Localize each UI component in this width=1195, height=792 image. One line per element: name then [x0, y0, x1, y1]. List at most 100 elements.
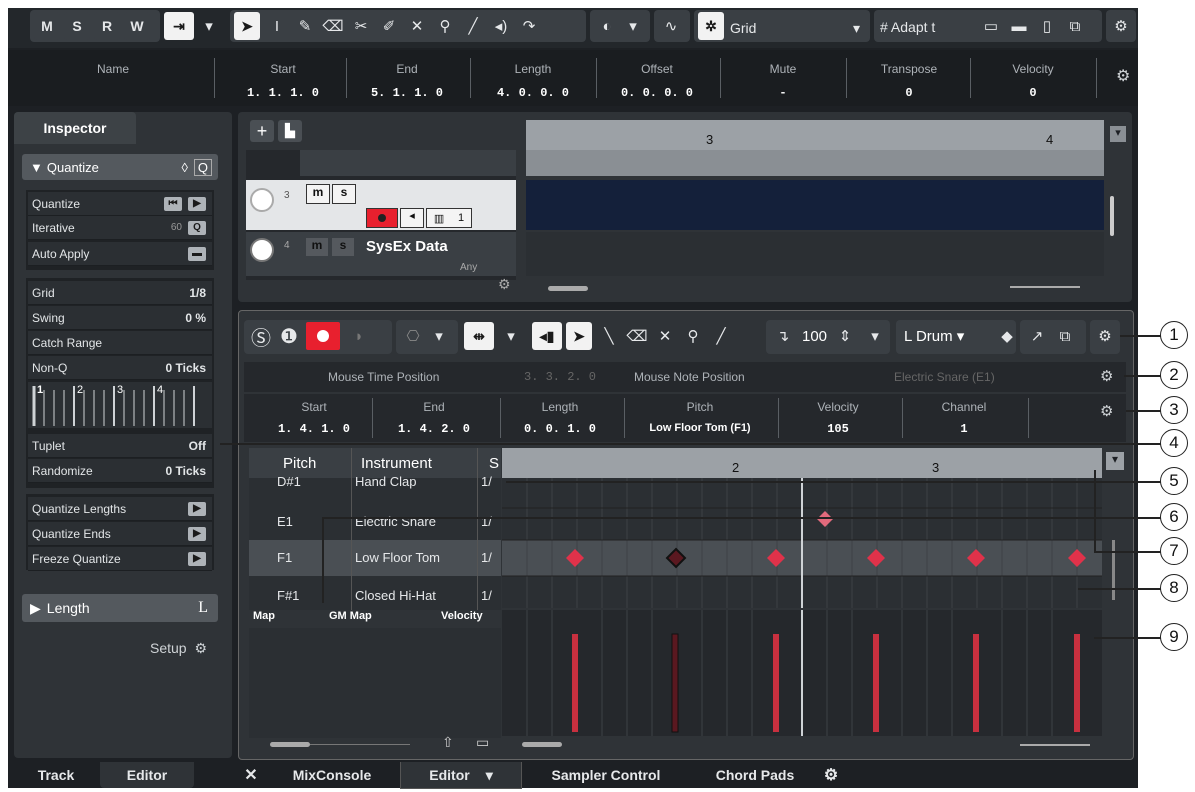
project-ruler[interactable]: [526, 120, 1104, 150]
project-lane-sysex[interactable]: [526, 232, 1104, 276]
snap-zero-crossing-icon[interactable]: ∿: [658, 12, 684, 40]
retrospective-record-icon[interactable]: ◗: [346, 322, 372, 350]
drum-row-low-floor-tom[interactable]: F1 Low Floor Tom 1/: [249, 540, 501, 576]
swing-row[interactable]: Swing 0 %: [28, 306, 212, 330]
track-4-channel[interactable]: Any: [460, 262, 477, 273]
mute-tool-icon[interactable]: ✕: [652, 322, 678, 350]
chevron-down-icon[interactable]: ▾: [620, 12, 646, 40]
mute-tool-icon[interactable]: ✕: [404, 12, 430, 40]
auto-scroll-icon[interactable]: ⇥: [164, 12, 194, 40]
info-mute-value[interactable]: -: [728, 86, 838, 100]
note-velocity-value[interactable]: 105: [778, 422, 898, 436]
info-start-value[interactable]: 1. 1. 1. 0: [228, 86, 338, 100]
iterative-quantize-icon[interactable]: Q: [188, 220, 206, 235]
left-zone-icon[interactable]: ▭: [978, 12, 1004, 40]
window-layout-icon[interactable]: ⧉: [1062, 12, 1088, 40]
info-length-value[interactable]: 4. 0. 0. 0: [478, 86, 588, 100]
track-solo-button[interactable]: s: [332, 238, 354, 256]
track-mute-button[interactable]: m: [306, 184, 330, 204]
inspector-tab[interactable]: Inspector: [14, 112, 136, 144]
play-tool-icon[interactable]: ◂): [488, 12, 514, 40]
track-row-partial[interactable]: [300, 150, 516, 176]
tab-mixconsole[interactable]: MixConsole: [276, 762, 388, 788]
chevron-down-icon[interactable]: ▾: [1106, 452, 1124, 470]
velocity-lane[interactable]: [502, 610, 1102, 736]
track-solo-button[interactable]: s: [332, 184, 356, 204]
setup-button[interactable]: Setup ⚙: [150, 640, 207, 657]
note-length-value[interactable]: 0. 0. 1. 0: [500, 422, 620, 436]
project-vertical-scrollbar[interactable]: [1110, 196, 1114, 236]
diamond-icon[interactable]: ◆: [994, 322, 1020, 350]
glue-icon[interactable]: ✐: [376, 12, 402, 40]
drumstick-icon[interactable]: ↷: [516, 12, 542, 40]
stepper-icon[interactable]: ⇕: [832, 322, 858, 350]
object-selection-icon[interactable]: ➤: [234, 12, 260, 40]
object-selection-icon[interactable]: ➤: [566, 322, 592, 350]
note-pitch-value[interactable]: Low Floor Tom (F1): [624, 422, 776, 434]
add-track-button[interactable]: +: [250, 120, 274, 142]
drum-row-hand-clap[interactable]: D#1 Hand Clap 1/: [249, 466, 501, 494]
tab-sampler-control[interactable]: Sampler Control: [536, 762, 676, 788]
snap-type-select[interactable]: Grid ▾: [730, 20, 860, 36]
auto-apply-toggle[interactable]: ▬: [188, 246, 206, 261]
tab-editor-left[interactable]: Editor: [100, 762, 194, 788]
length-key-icon[interactable]: L: [198, 599, 208, 617]
solo-mode-button[interactable]: S: [64, 12, 90, 40]
editor-horizontal-scrollbar[interactable]: [522, 742, 562, 747]
info-transpose-value[interactable]: 0: [854, 86, 964, 100]
draw-icon[interactable]: ✎: [292, 12, 318, 40]
gear-icon[interactable]: ⚙: [1092, 322, 1118, 350]
zoom-icon[interactable]: ⚲: [680, 322, 706, 350]
page-icon[interactable]: ▭: [476, 734, 489, 751]
apply-icon[interactable]: ▶: [188, 196, 206, 211]
reset-icon[interactable]: ⏮: [164, 196, 182, 211]
mute-mode-button[interactable]: M: [34, 12, 60, 40]
auto-scroll-icon[interactable]: ⇹: [464, 322, 494, 350]
note-end-value[interactable]: 1. 4. 2. 0: [374, 422, 494, 436]
close-icon[interactable]: ✕: [238, 762, 264, 788]
snap-toggle-icon[interactable]: ✲: [698, 12, 724, 40]
tuplet-row[interactable]: Tuplet Off: [28, 434, 212, 458]
gear-icon[interactable]: ⚙: [1108, 12, 1134, 40]
quantize-grid-display[interactable]: 1 2 3 4: [28, 382, 212, 428]
write-mode-button[interactable]: W: [124, 12, 150, 40]
monitor-icon[interactable]: ◂: [400, 208, 424, 228]
project-lane-top[interactable]: [526, 150, 1104, 176]
track-mute-button[interactable]: m: [306, 238, 328, 256]
non-q-row[interactable]: Non-Q 0 Ticks: [28, 356, 212, 380]
erase-icon[interactable]: ⌫: [320, 12, 346, 40]
record-enable-button[interactable]: [366, 208, 398, 228]
tab-chord-pads[interactable]: Chord Pads: [700, 762, 810, 788]
erase-icon[interactable]: ⌫: [624, 322, 650, 350]
tab-track[interactable]: Track: [14, 762, 98, 788]
grid-row[interactable]: Grid 1/8: [28, 281, 212, 305]
info-offset-value[interactable]: 0. 0. 0. 0: [602, 86, 712, 100]
length-section-header[interactable]: ▶ Length L: [22, 594, 218, 622]
audition-icon[interactable]: ◂▮: [532, 322, 562, 350]
project-horizontal-scrollbar[interactable]: [548, 286, 588, 291]
line-tool-icon[interactable]: ╱: [460, 12, 486, 40]
apply-icon[interactable]: ▶: [188, 526, 206, 541]
gear-icon[interactable]: ⚙: [1116, 66, 1130, 86]
note-channel-value[interactable]: 1: [904, 422, 1024, 436]
solo-editor-icon[interactable]: Ⓢ: [248, 322, 274, 350]
gear-icon[interactable]: ⚙: [1100, 367, 1113, 385]
chevron-down-icon[interactable]: ▾: [498, 322, 524, 350]
quantize-section-header[interactable]: ▼ Quantize ◊ Q: [22, 154, 218, 180]
gear-icon[interactable]: ⚙: [818, 762, 844, 788]
add-lane-icon[interactable]: ⇧: [442, 734, 454, 751]
editor-zoom-slider[interactable]: [1020, 744, 1090, 746]
editor-vertical-scrollbar[interactable]: [1112, 540, 1115, 600]
note-start-value[interactable]: 1. 4. 1. 0: [254, 422, 374, 436]
gear-icon[interactable]: ⚙: [498, 276, 511, 293]
draw-icon[interactable]: ╲: [596, 322, 622, 350]
preset-icon[interactable]: ◊: [181, 160, 187, 175]
drum-list-scrollbar[interactable]: [270, 742, 310, 747]
chevron-down-icon[interactable]: ▾: [1110, 126, 1126, 142]
iterative-value[interactable]: 60: [171, 222, 182, 233]
apply-icon[interactable]: ▶: [188, 501, 206, 516]
snap-mode-icon[interactable]: ⎔: [400, 322, 426, 350]
drum-row-electric-snare[interactable]: E1 Electric Snare 1/: [249, 504, 501, 538]
project-lane-midi[interactable]: [526, 180, 1104, 230]
record-button[interactable]: [306, 322, 340, 350]
